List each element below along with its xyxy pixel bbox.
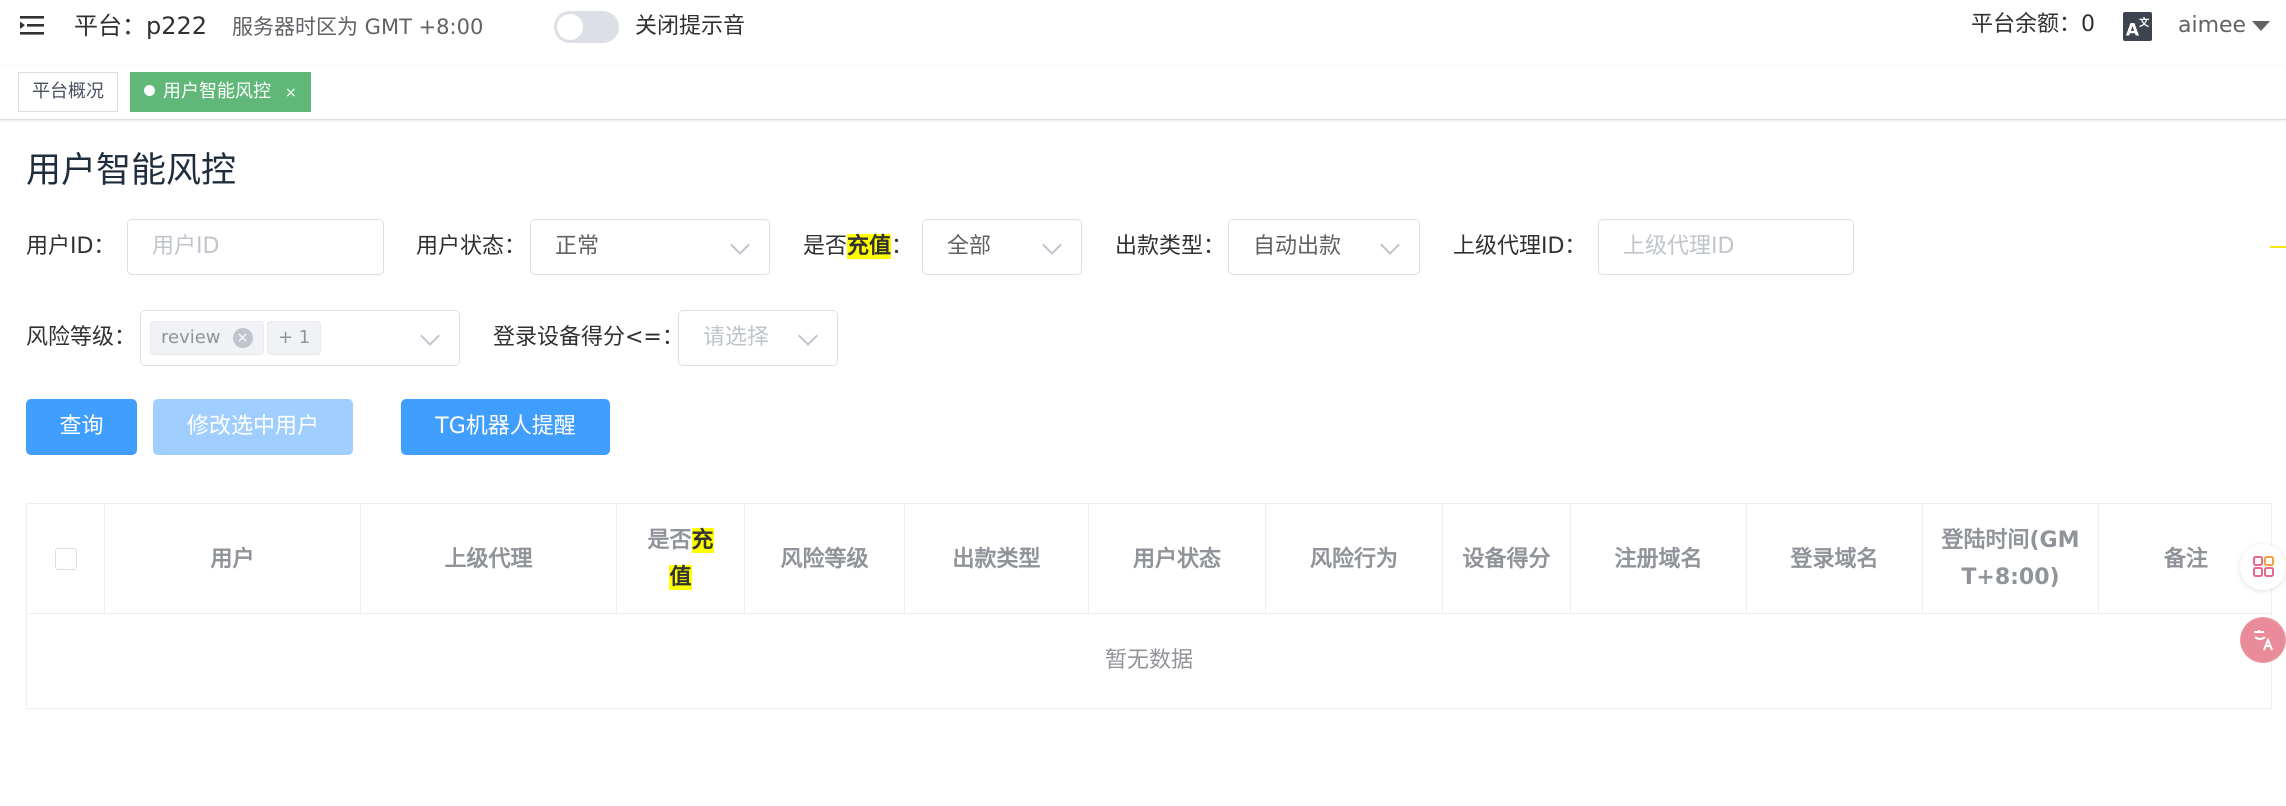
agent-id-input[interactable]: 上级代理ID: [1598, 219, 1854, 275]
chip-label: review: [161, 327, 221, 348]
tags-view-bar: 平台概况 用户智能风控 ×: [0, 66, 2286, 120]
page-title: 用户智能风控: [26, 151, 237, 191]
server-timezone: 服务器时区为 GMT +8:00: [232, 15, 484, 39]
chip-label: + 1: [278, 327, 311, 348]
apps-grid-icon: [2253, 556, 2274, 577]
col-recharge-pre: 是否: [647, 528, 692, 553]
risk-level-tag-review: review ×: [150, 321, 264, 355]
recharge-label: 是否充值：: [803, 232, 913, 262]
col-recharge-hl2: 值: [669, 565, 692, 590]
select-all-checkbox[interactable]: [54, 548, 77, 570]
payout-type-select[interactable]: 自动出款: [1228, 219, 1420, 275]
col-recharge-text: 是否充值: [647, 522, 714, 596]
translate-bubble-icon: [2241, 618, 2285, 662]
modify-selected-users-button[interactable]: 修改选中用户: [153, 399, 353, 455]
recharge-select[interactable]: 全部: [922, 219, 1082, 275]
user-id-placeholder: 用户ID: [152, 234, 220, 259]
device-score-select[interactable]: 请选择: [678, 310, 838, 366]
col-risk-behavior: 风险行为: [1266, 504, 1443, 614]
col-login-time: 登陆时间(GM T+8:00): [1923, 504, 2099, 614]
sound-toggle-label: 关闭提示音: [635, 14, 746, 39]
col-login-time-1: 登陆时间(GM: [1941, 528, 2080, 553]
top-header: 平台：p222 服务器时区为 GMT +8:00 关闭提示音 平台余额：0 A文…: [0, 0, 2286, 66]
col-user: 用户: [105, 504, 361, 614]
col-register-domain: 注册域名: [1571, 504, 1747, 614]
chevron-down-icon: [798, 326, 818, 346]
username: aimee: [2178, 13, 2247, 38]
risk-level-multiselect[interactable]: review × + 1: [140, 310, 460, 366]
sound-toggle-switch[interactable]: [554, 11, 619, 43]
query-button[interactable]: 查询: [26, 399, 137, 455]
payout-type-value: 自动出款: [1253, 234, 1342, 259]
user-status-select[interactable]: 正常: [530, 219, 770, 275]
device-score-placeholder: 请选择: [703, 325, 770, 350]
switch-knob: [557, 14, 583, 40]
payout-type-label: 出款类型：: [1115, 234, 1226, 259]
remove-tag-icon[interactable]: ×: [232, 328, 253, 348]
col-login-domain: 登录域名: [1747, 504, 1923, 614]
chevron-down-icon: [730, 235, 750, 255]
device-score-label: 登录设备得分<=：: [493, 325, 684, 350]
close-tag-icon[interactable]: ×: [285, 85, 297, 101]
agent-id-placeholder: 上级代理ID: [1623, 234, 1735, 259]
tag-label: 用户智能风控: [163, 81, 271, 102]
translate-icon[interactable]: A文: [2123, 12, 2152, 41]
tag-label: 平台概况: [32, 81, 104, 102]
chevron-down-icon: [1042, 235, 1062, 255]
active-dot-icon: [144, 85, 155, 96]
chevron-down-icon: [1380, 235, 1400, 255]
tag-platform-overview[interactable]: 平台概况: [18, 72, 118, 112]
col-payout-type: 出款类型: [905, 504, 1089, 614]
col-login-time-text: 登陆时间(GM T+8:00): [1941, 522, 2079, 596]
chevron-down-icon: [420, 326, 440, 346]
col-device-score: 设备得分: [1443, 504, 1571, 614]
platform-name: 平台：p222: [74, 12, 208, 40]
tg-bot-remind-button[interactable]: TG机器人提醒: [401, 399, 610, 455]
recharge-value: 全部: [947, 234, 992, 259]
user-dropdown[interactable]: aimee: [2178, 10, 2271, 42]
floating-translate-button[interactable]: [2240, 617, 2286, 663]
recharge-label-post: ：: [891, 234, 914, 259]
user-status-label: 用户状态：: [416, 234, 527, 259]
user-status-value: 正常: [555, 234, 600, 259]
table-header: 用户 上级代理 是否充值 风险等级 出款类型 用户状态 风险行为 设备得分 注册…: [27, 504, 2271, 614]
select-all-cell: [27, 504, 105, 614]
col-user-status: 用户状态: [1089, 504, 1266, 614]
platform-balance: 平台余额：0: [1971, 12, 2095, 37]
edge-marker: [2270, 246, 2286, 248]
tag-user-risk-control[interactable]: 用户智能风控 ×: [130, 72, 311, 112]
empty-placeholder: 暂无数据: [1104, 648, 1193, 673]
user-id-label: 用户ID：: [26, 234, 116, 259]
col-login-time-2: T+8:00): [1961, 565, 2060, 590]
user-id-input[interactable]: 用户ID: [127, 219, 384, 275]
risk-level-label: 风险等级：: [26, 325, 137, 350]
hamburger-menu-icon[interactable]: [18, 12, 50, 40]
translate-icon-letter: A: [2125, 20, 2140, 41]
col-recharge: 是否充值: [617, 504, 745, 614]
agent-id-label: 上级代理ID：: [1453, 234, 1587, 259]
recharge-label-pre: 是否: [803, 234, 848, 259]
risk-level-tag-more: + 1: [267, 321, 322, 355]
col-agent: 上级代理: [361, 504, 617, 614]
floating-apps-button[interactable]: [2240, 544, 2286, 590]
user-risk-table: 用户 上级代理 是否充值 风险等级 出款类型 用户状态 风险行为 设备得分 注册…: [26, 503, 2272, 709]
recharge-label-highlight: 充值: [847, 234, 892, 259]
col-risk-level: 风险等级: [745, 504, 905, 614]
caret-down-icon: [2252, 21, 2271, 31]
col-recharge-hl1: 充: [691, 528, 714, 553]
translate-icon-sup: 文: [2139, 18, 2150, 29]
